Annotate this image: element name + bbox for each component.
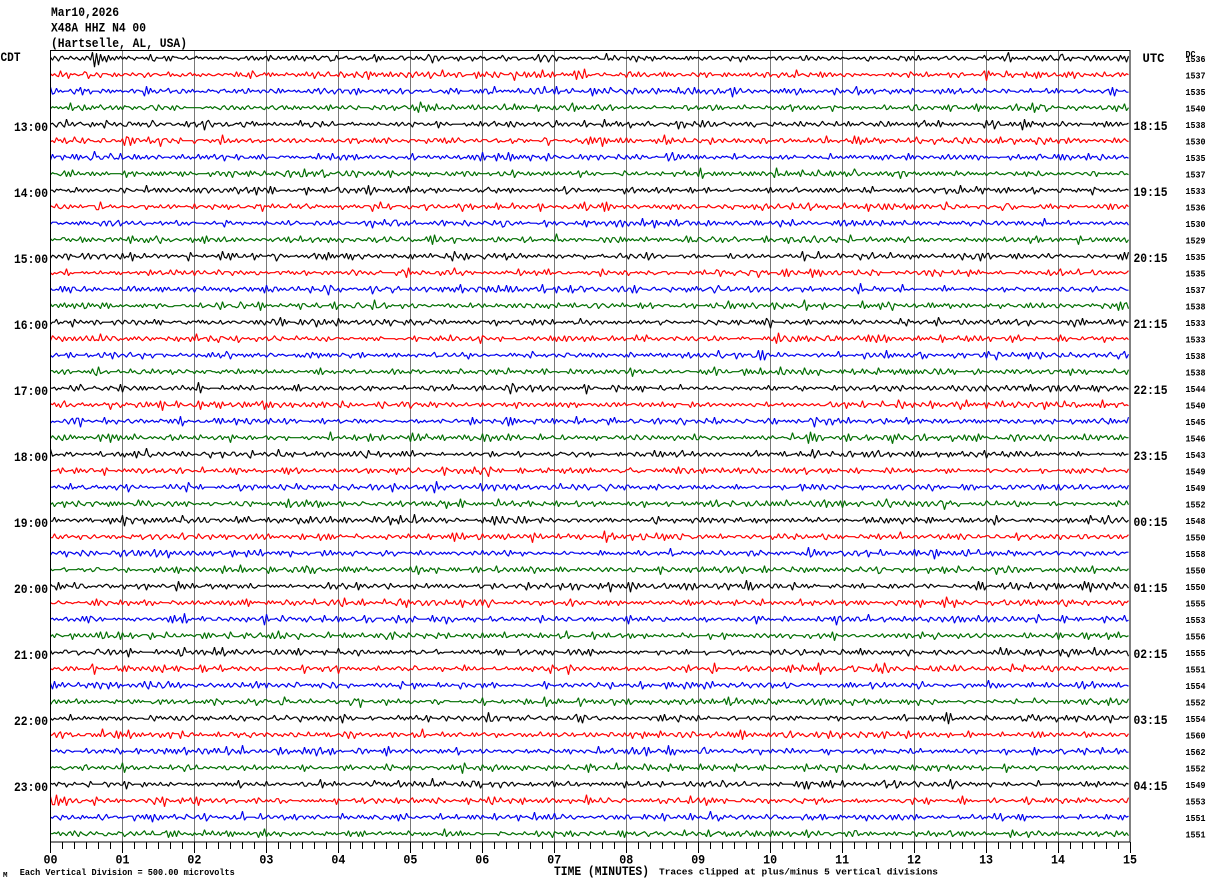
svg-text:1535: 1535: [1186, 253, 1206, 263]
svg-text:01: 01: [115, 854, 129, 868]
svg-text:00:15: 00:15: [1134, 516, 1168, 530]
svg-text:23:00: 23:00: [14, 781, 48, 795]
svg-text:1552: 1552: [1186, 764, 1206, 774]
svg-text:1553: 1553: [1186, 616, 1206, 626]
svg-text:1535: 1535: [1186, 88, 1206, 98]
svg-text:16:00: 16:00: [14, 319, 48, 333]
svg-text:1550: 1550: [1186, 566, 1206, 576]
svg-text:15: 15: [1123, 854, 1137, 868]
svg-text:1555: 1555: [1186, 649, 1206, 659]
svg-text:18:15: 18:15: [1134, 120, 1168, 134]
svg-text:09: 09: [691, 854, 705, 868]
svg-text:1558: 1558: [1186, 550, 1206, 560]
svg-text:1537: 1537: [1186, 286, 1206, 296]
svg-text:02: 02: [187, 854, 201, 868]
svg-text:(Hartselle, AL, USA): (Hartselle, AL, USA): [51, 37, 187, 51]
svg-text:Each Vertical Division = 500.: Each Vertical Division = 500.00 microvol…: [20, 867, 235, 878]
svg-text:14: 14: [1051, 854, 1065, 868]
svg-text:1551: 1551: [1186, 665, 1207, 675]
svg-text:1555: 1555: [1186, 599, 1206, 609]
svg-text:20:15: 20:15: [1134, 252, 1168, 266]
svg-text:20:00: 20:00: [14, 583, 48, 597]
svg-text:12: 12: [907, 854, 921, 868]
svg-text:13:00: 13:00: [14, 121, 48, 135]
svg-text:1530: 1530: [1186, 220, 1206, 230]
svg-text:18:00: 18:00: [14, 451, 48, 465]
svg-text:1548: 1548: [1186, 517, 1206, 527]
svg-text:1540: 1540: [1186, 104, 1206, 114]
svg-text:00: 00: [44, 854, 58, 868]
svg-text:21:15: 21:15: [1134, 318, 1168, 332]
svg-text:04: 04: [331, 854, 345, 868]
svg-text:1549: 1549: [1186, 781, 1206, 791]
svg-text:1551: 1551: [1186, 830, 1207, 840]
svg-text:X48A HHZ N4 00: X48A HHZ N4 00: [51, 22, 146, 36]
svg-text:13: 13: [979, 854, 993, 868]
svg-text:1533: 1533: [1186, 335, 1206, 345]
svg-text:1549: 1549: [1186, 484, 1206, 494]
svg-text:1560: 1560: [1186, 731, 1206, 741]
svg-text:1544: 1544: [1186, 385, 1207, 395]
svg-text:1536: 1536: [1186, 55, 1206, 65]
svg-text:1550: 1550: [1186, 533, 1206, 543]
svg-text:05: 05: [403, 854, 417, 868]
svg-text:1551: 1551: [1186, 814, 1207, 824]
svg-text:1554: 1554: [1186, 715, 1207, 725]
svg-text:1554: 1554: [1186, 682, 1207, 692]
svg-text:UTC: UTC: [1143, 52, 1165, 66]
svg-text:02:15: 02:15: [1134, 648, 1168, 662]
svg-text:1538: 1538: [1186, 302, 1206, 312]
svg-text:1538: 1538: [1186, 121, 1206, 131]
svg-text:1530: 1530: [1186, 137, 1206, 147]
svg-text:1536: 1536: [1186, 203, 1206, 213]
svg-text:22:00: 22:00: [14, 715, 48, 729]
svg-text:21:00: 21:00: [14, 649, 48, 663]
svg-text:17:00: 17:00: [14, 385, 48, 399]
svg-text:1550: 1550: [1186, 583, 1206, 593]
svg-text:10: 10: [763, 854, 777, 868]
svg-text:1533: 1533: [1186, 319, 1206, 329]
svg-text:06: 06: [475, 854, 489, 868]
svg-text:1535: 1535: [1186, 269, 1206, 279]
svg-text:1538: 1538: [1186, 368, 1206, 378]
svg-text:1552: 1552: [1186, 500, 1206, 510]
svg-text:01:15: 01:15: [1134, 582, 1168, 596]
svg-text:1546: 1546: [1186, 434, 1206, 444]
svg-text:1537: 1537: [1186, 170, 1206, 180]
svg-text:TIME (MINUTES): TIME (MINUTES): [554, 865, 649, 879]
svg-text:1549: 1549: [1186, 467, 1206, 477]
svg-text:23:15: 23:15: [1134, 450, 1168, 464]
svg-text:M: M: [3, 872, 8, 880]
svg-text:1562: 1562: [1186, 748, 1206, 758]
svg-text:1553: 1553: [1186, 797, 1206, 807]
svg-text:1537: 1537: [1186, 71, 1206, 81]
svg-text:03: 03: [259, 854, 273, 868]
svg-text:Traces clipped at plus/minus 5: Traces clipped at plus/minus 5 vertical …: [659, 867, 938, 878]
svg-text:22:15: 22:15: [1134, 384, 1168, 398]
svg-text:1533: 1533: [1186, 187, 1206, 197]
svg-text:04:15: 04:15: [1134, 780, 1168, 794]
svg-text:15:00: 15:00: [14, 253, 48, 267]
svg-text:14:00: 14:00: [14, 187, 48, 201]
svg-text:19:00: 19:00: [14, 517, 48, 531]
svg-text:19:15: 19:15: [1134, 186, 1168, 200]
svg-text:CDT: CDT: [1, 51, 21, 65]
svg-text:1538: 1538: [1186, 352, 1206, 362]
svg-text:1529: 1529: [1186, 236, 1206, 246]
svg-text:1556: 1556: [1186, 632, 1206, 642]
svg-text:Mar10,2026: Mar10,2026: [51, 6, 119, 20]
svg-text:1543: 1543: [1186, 451, 1206, 461]
svg-text:1552: 1552: [1186, 698, 1206, 708]
svg-text:1545: 1545: [1186, 418, 1206, 428]
svg-text:03:15: 03:15: [1134, 714, 1168, 728]
svg-text:1540: 1540: [1186, 401, 1206, 411]
svg-text:11: 11: [835, 854, 849, 868]
svg-text:1535: 1535: [1186, 154, 1206, 164]
